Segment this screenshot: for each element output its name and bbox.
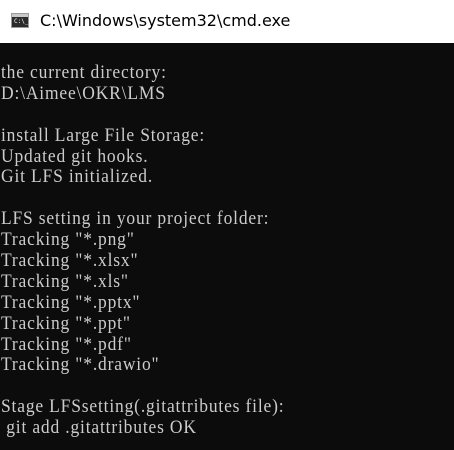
console-output[interactable]: the current directory: D:\Aimee\OKR\LMS … [0,43,454,450]
console-line: Tracking "*.xls" [1,270,129,292]
console-lines: the current directory: D:\Aimee\OKR\LMS … [1,62,309,439]
console-line: install Large File Storage: [1,124,206,146]
cmd-window: C:\_ C:\Windows\system32\cmd.exe the cur… [0,0,454,450]
console-line: Tracking "*.pptx" [1,291,141,313]
console-line: Updated git hooks. [1,145,149,167]
console-line: git add .gitattributes OK [1,417,197,439]
cmd-icon-glyph: C:\_ [14,18,29,25]
cmd-icon[interactable]: C:\_ [11,13,29,28]
console-line: the current directory: [1,62,167,83]
console-line: Git LFS initialized. [1,166,154,188]
console-line: Tracking "*.ppt" [1,312,131,334]
console-line: Tracking "*.drawio" [1,354,160,376]
console-line: LFS setting in your project folder: [1,208,270,230]
window-title: C:\Windows\system32\cmd.exe [40,11,291,30]
console-line: Tracking "*.xlsx" [1,250,139,272]
title-bar[interactable]: C:\_ C:\Windows\system32\cmd.exe [0,0,454,43]
console-line: Tracking "*.png" [1,229,135,251]
cmd-icon-bar [12,14,28,17]
console-line: Tracking "*.pdf" [1,333,132,355]
console-line: D:\Aimee\OKR\LMS [1,82,166,104]
console-line: Stage LFSsetting(.gitattributes file): [1,396,285,418]
